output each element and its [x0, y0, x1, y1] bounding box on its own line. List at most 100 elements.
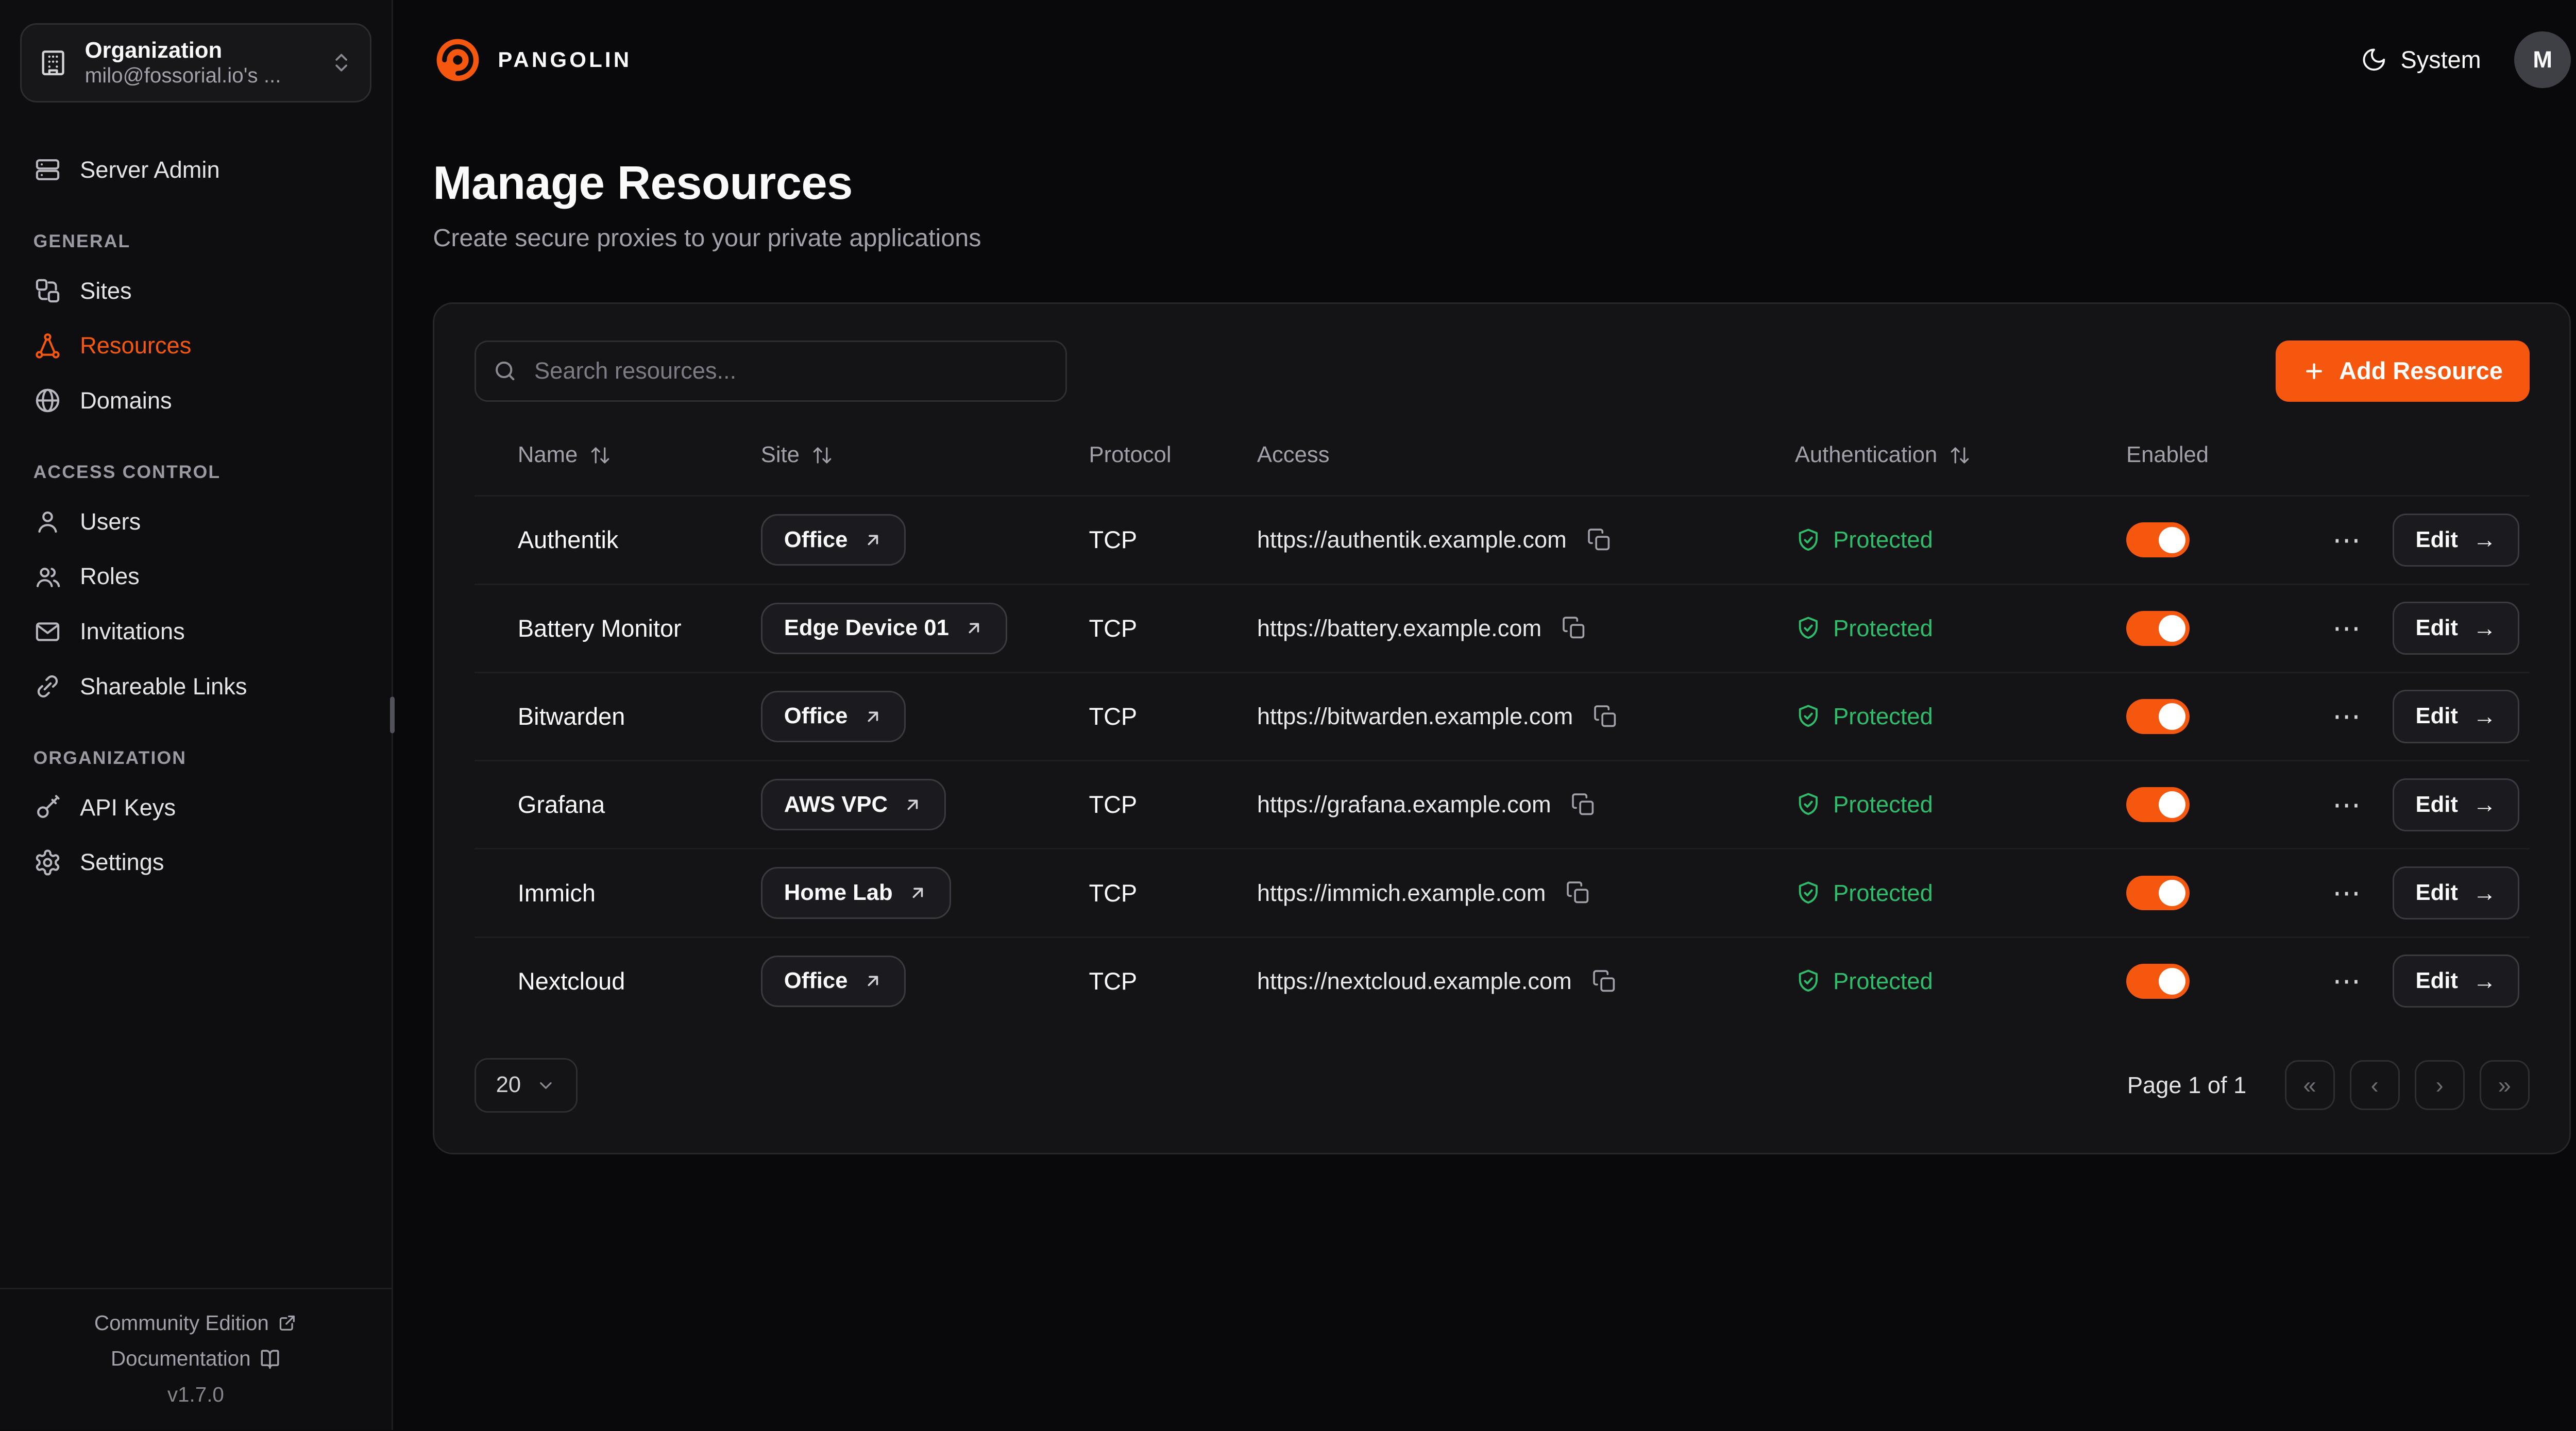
sidebar-item-api-keys[interactable]: API Keys — [20, 780, 371, 835]
resources-waypoints-icon — [33, 332, 62, 360]
sort-icon — [811, 445, 833, 466]
sidebar-item-label: Roles — [80, 563, 140, 590]
resource-access-url: https://immich.example.com — [1257, 880, 1546, 907]
arrow-up-right-icon — [903, 795, 923, 815]
toggle-knob — [2159, 527, 2185, 554]
edit-label: Edit — [2416, 968, 2458, 994]
edit-button[interactable]: Edit → — [2393, 690, 2520, 743]
resource-protocol: TCP — [1089, 967, 1257, 995]
site-link-button[interactable]: Office — [761, 956, 906, 1007]
next-page-button[interactable]: › — [2415, 1060, 2465, 1110]
enabled-toggle[interactable] — [2126, 876, 2190, 911]
arrow-up-right-icon — [863, 971, 883, 991]
sidebar-item-roles[interactable]: Roles — [20, 549, 371, 604]
auth-status-label: Protected — [1833, 968, 1933, 995]
site-link-button[interactable]: Home Lab — [761, 867, 951, 918]
site-name: Home Lab — [784, 880, 893, 906]
search-box — [474, 340, 1067, 402]
pagination: Page 1 of 1 « ‹ › » — [2127, 1060, 2530, 1110]
column-header-site[interactable]: Site — [761, 442, 1089, 468]
previous-page-button[interactable]: ‹ — [2350, 1060, 2400, 1110]
sidebar-resize-handle[interactable] — [390, 697, 395, 734]
row-more-options-button[interactable]: ⋯ — [2326, 786, 2367, 824]
row-more-options-button[interactable]: ⋯ — [2326, 521, 2367, 559]
server-icon — [33, 156, 62, 184]
resource-access-url: https://authentik.example.com — [1257, 526, 1567, 553]
sidebar-item-label: Invitations — [80, 618, 185, 645]
search-input[interactable] — [474, 340, 1067, 402]
edit-label: Edit — [2416, 527, 2458, 553]
shield-check-icon — [1795, 968, 1822, 995]
topbar: PANGOLIN System M — [433, 0, 2571, 120]
edit-button[interactable]: Edit → — [2393, 778, 2520, 831]
community-edition-link[interactable]: Community Edition — [94, 1311, 297, 1335]
edit-button[interactable]: Edit → — [2393, 602, 2520, 655]
table-row: Battery Monitor Edge Device 01 TCP https… — [474, 584, 2530, 672]
sort-icon — [1949, 445, 1971, 466]
table-row: Immich Home Lab TCP https://immich.examp… — [474, 848, 2530, 936]
sidebar-item-shareable-links[interactable]: Shareable Links — [20, 659, 371, 714]
sidebar-item-settings[interactable]: Settings — [20, 835, 371, 890]
site-link-button[interactable]: AWS VPC — [761, 779, 946, 830]
user-avatar[interactable]: M — [2514, 31, 2571, 88]
enabled-toggle[interactable] — [2126, 964, 2190, 999]
table-body: Authentik Office TCP https://authentik.e… — [474, 495, 2530, 1025]
site-link-button[interactable]: Edge Device 01 — [761, 603, 1007, 654]
copy-url-button[interactable] — [1585, 526, 1613, 554]
moon-icon — [2361, 46, 2387, 73]
enabled-toggle[interactable] — [2126, 611, 2190, 646]
org-switcher-label: Organization — [85, 38, 314, 63]
site-name: AWS VPC — [784, 792, 888, 817]
edit-button[interactable]: Edit → — [2393, 955, 2520, 1008]
page-subtitle: Create secure proxies to your private ap… — [433, 224, 2571, 252]
site-link-button[interactable]: Office — [761, 691, 906, 742]
copy-url-button[interactable] — [1569, 791, 1598, 819]
resource-access-url: https://bitwarden.example.com — [1257, 703, 1573, 730]
column-header-authentication[interactable]: Authentication — [1795, 442, 2126, 468]
copy-url-button[interactable] — [1564, 879, 1592, 907]
site-name: Office — [784, 704, 848, 729]
resource-name: Immich — [518, 879, 761, 907]
table-row: Nextcloud Office TCP https://nextcloud.e… — [474, 936, 2530, 1025]
row-more-options-button[interactable]: ⋯ — [2326, 609, 2367, 648]
first-page-button[interactable]: « — [2285, 1060, 2335, 1110]
edit-button[interactable]: Edit → — [2393, 866, 2520, 919]
org-switcher[interactable]: Organization milo@fossorial.io's ... — [20, 23, 371, 103]
row-more-options-button[interactable]: ⋯ — [2326, 874, 2367, 912]
site-link-button[interactable]: Office — [761, 514, 906, 566]
arrow-right-icon: → — [2473, 615, 2496, 642]
edit-button[interactable]: Edit → — [2393, 514, 2520, 567]
last-page-button[interactable]: » — [2480, 1060, 2530, 1110]
enabled-toggle[interactable] — [2126, 522, 2190, 557]
copy-url-button[interactable] — [1590, 967, 1618, 995]
sidebar-item-domains[interactable]: Domains — [20, 373, 371, 429]
column-header-name[interactable]: Name — [518, 442, 761, 468]
row-more-options-button[interactable]: ⋯ — [2326, 962, 2367, 1000]
add-resource-button[interactable]: Add Resource — [2276, 340, 2529, 402]
copy-url-button[interactable] — [1591, 702, 1620, 730]
edit-label: Edit — [2416, 616, 2458, 641]
arrow-right-icon: → — [2473, 703, 2496, 730]
page-title: Manage Resources — [433, 157, 2571, 210]
plus-icon — [2302, 360, 2326, 383]
sidebar-item-label: API Keys — [80, 794, 176, 821]
row-more-options-button[interactable]: ⋯ — [2326, 697, 2367, 736]
theme-toggle-button[interactable]: System — [2361, 46, 2481, 74]
enabled-toggle[interactable] — [2126, 699, 2190, 734]
documentation-link[interactable]: Documentation — [111, 1347, 281, 1371]
shield-check-icon — [1795, 615, 1822, 642]
community-edition-label: Community Edition — [94, 1311, 269, 1335]
sidebar-item-label: Shareable Links — [80, 673, 247, 700]
sidebar-item-invitations[interactable]: Invitations — [20, 604, 371, 659]
sidebar-item-users[interactable]: Users — [20, 495, 371, 550]
sidebar-item-sites[interactable]: Sites — [20, 263, 371, 318]
copy-url-button[interactable] — [1560, 614, 1588, 642]
sidebar-item-server-admin[interactable]: Server Admin — [20, 142, 371, 197]
theme-label: System — [2400, 46, 2481, 74]
resource-access-url: https://battery.example.com — [1257, 615, 1541, 642]
auth-status-badge: Protected — [1795, 703, 2126, 730]
page-size-select[interactable]: 20 — [474, 1058, 578, 1113]
sidebar-item-resources[interactable]: Resources — [20, 318, 371, 373]
sidebar-item-label: Domains — [80, 387, 172, 414]
enabled-toggle[interactable] — [2126, 787, 2190, 822]
